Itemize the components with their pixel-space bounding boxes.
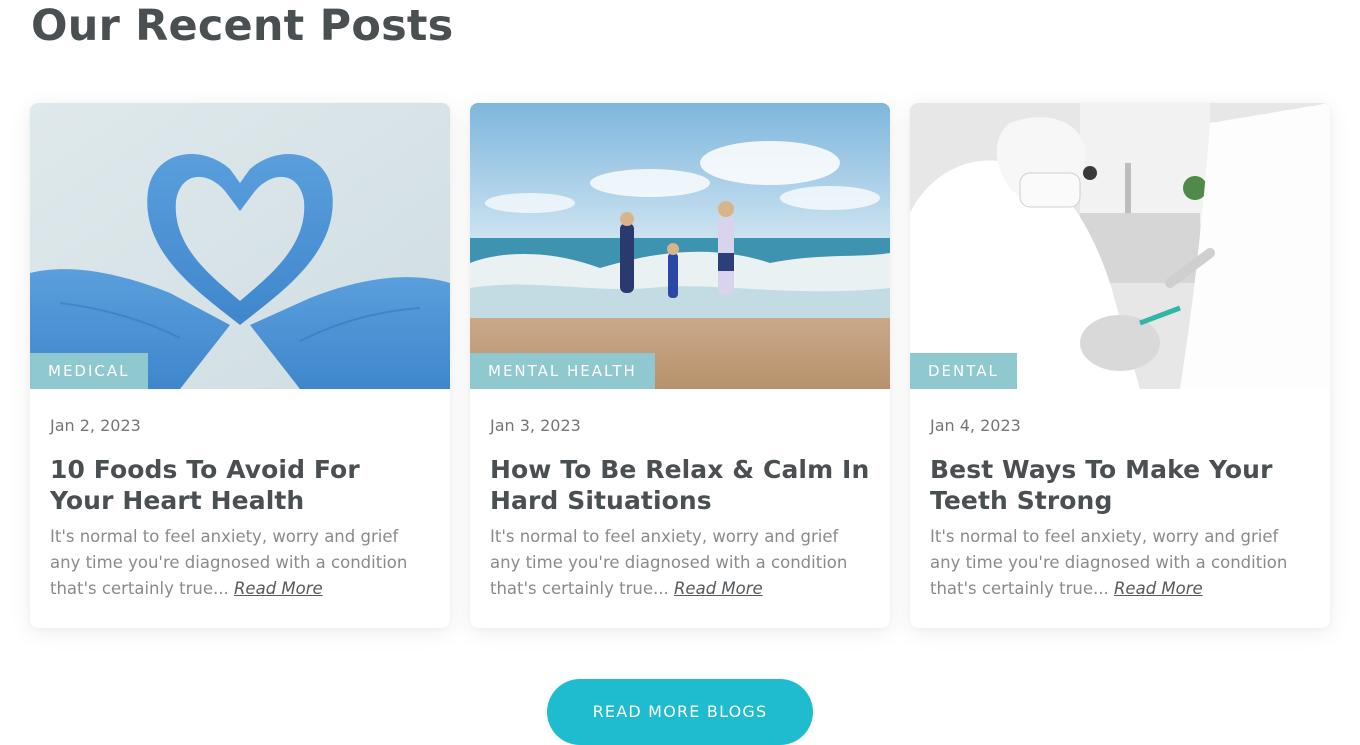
read-more-link[interactable]: Read More [1114, 579, 1203, 598]
post-card: MEDICAL Jan 2, 2023 10 Foods To Avoid Fo… [30, 103, 450, 628]
post-date: Jan 4, 2023 [930, 416, 1021, 435]
post-excerpt-text: It's normal to feel anxiety, worry and g… [490, 527, 848, 598]
read-more-link[interactable]: Read More [234, 579, 323, 598]
post-card: DENTAL Jan 4, 2023 Best Ways To Make You… [910, 103, 1330, 628]
post-excerpt-text: It's normal to feel anxiety, worry and g… [930, 527, 1288, 598]
category-tag[interactable]: MEDICAL [30, 353, 148, 389]
post-body: Jan 2, 2023 10 Foods To Avoid For Your H… [30, 389, 450, 602]
post-title[interactable]: How To Be Relax & Calm In Hard Situation… [490, 454, 870, 516]
section-title: Our Recent Posts [31, 1, 454, 51]
post-image[interactable]: MENTAL HEALTH [470, 103, 890, 389]
post-excerpt-text: It's normal to feel anxiety, worry and g… [50, 527, 408, 598]
post-body: Jan 3, 2023 How To Be Relax & Calm In Ha… [470, 389, 890, 602]
dentist-image [910, 103, 1330, 389]
post-body: Jan 4, 2023 Best Ways To Make Your Teeth… [910, 389, 1330, 602]
post-excerpt: It's normal to feel anxiety, worry and g… [490, 524, 870, 602]
read-more-link[interactable]: Read More [674, 579, 763, 598]
read-more-blogs-button[interactable]: READ MORE BLOGS [547, 679, 813, 745]
post-image[interactable]: MEDICAL [30, 103, 450, 389]
post-title[interactable]: Best Ways To Make Your Teeth Strong [930, 454, 1310, 516]
category-tag[interactable]: DENTAL [910, 353, 1017, 389]
heart-hands-image [30, 103, 450, 389]
post-title[interactable]: 10 Foods To Avoid For Your Heart Health [50, 454, 430, 516]
post-date: Jan 3, 2023 [490, 416, 581, 435]
posts-grid: MEDICAL Jan 2, 2023 10 Foods To Avoid Fo… [30, 103, 1330, 628]
post-card: MENTAL HEALTH Jan 3, 2023 How To Be Rela… [470, 103, 890, 628]
post-excerpt: It's normal to feel anxiety, worry and g… [50, 524, 430, 602]
beach-family-image [470, 103, 890, 389]
post-excerpt: It's normal to feel anxiety, worry and g… [930, 524, 1310, 602]
post-image[interactable]: DENTAL [910, 103, 1330, 389]
category-tag[interactable]: MENTAL HEALTH [470, 353, 655, 389]
post-date: Jan 2, 2023 [50, 416, 141, 435]
